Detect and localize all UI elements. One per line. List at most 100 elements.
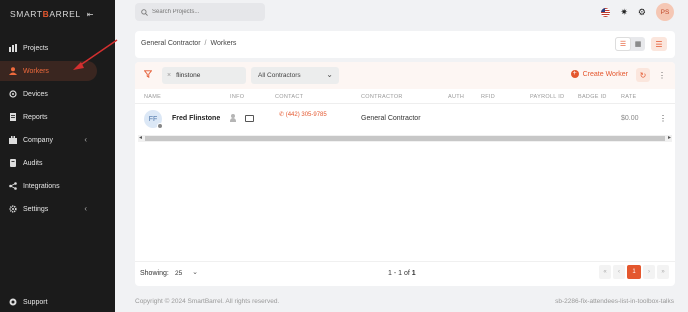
phone-icon: ✆ (279, 112, 285, 118)
sidebar-item-label: Workers (23, 67, 49, 75)
scroll-left-icon[interactable]: ◂ (139, 134, 142, 141)
sidebar-collapse-icon[interactable]: ⇤ (87, 10, 94, 19)
next-page-icon[interactable]: › (643, 265, 655, 279)
view-toggle: ☰ ▦ (615, 37, 645, 51)
chevron-left-icon: ‹ (84, 135, 87, 144)
create-worker-button[interactable]: + Create Worker (570, 70, 628, 78)
sidebar-item-reports[interactable]: Reports (0, 107, 97, 127)
sidebar-item-integrations[interactable]: Integrations (0, 176, 97, 196)
column-header-payroll-id: PAYROLL ID (530, 94, 565, 100)
sidebar-item-label: Audits (23, 159, 43, 167)
range-prefix: 1 - 1 of (388, 270, 410, 277)
grid-view-icon[interactable]: ▦ (631, 37, 645, 51)
phone-number: (442) 305-9785 (285, 112, 327, 118)
brand-logo[interactable]: SMARTBARREL ⇤ (10, 9, 93, 19)
topbar-actions: ✷ ⚙ PS (601, 3, 674, 21)
breadcrumb: General Contractor / Workers (141, 40, 236, 47)
person-icon (9, 67, 17, 75)
sidebar-item-settings[interactable]: Settings ‹ (0, 199, 97, 219)
column-header-contractor[interactable]: CONTRACTOR (361, 94, 403, 100)
us-flag-icon[interactable] (601, 7, 611, 17)
contractor-select-value: All Contractors (258, 72, 301, 79)
table-footer: Showing: 25 ⌄ 1 - 1 of 1 « ‹ 1 › » (135, 261, 675, 286)
search-input[interactable] (152, 9, 262, 15)
column-header-name[interactable]: NAME (144, 94, 161, 100)
sidebar-item-audits[interactable]: Audits (0, 153, 97, 173)
sidebar-item-company[interactable]: Company ‹ (0, 130, 97, 150)
gear-icon[interactable]: ⚙ (638, 7, 646, 18)
devices-icon (9, 90, 17, 98)
contractor-select[interactable]: All Contractors ⌄ (251, 67, 339, 84)
prev-page-icon[interactable]: ‹ (613, 265, 625, 279)
horizontal-scrollbar[interactable]: ◂ ▸ (138, 135, 672, 142)
topbar: ✷ ⚙ PS (115, 0, 688, 26)
worker-contractor: General Contractor (361, 115, 421, 122)
breadcrumb-parent[interactable]: General Contractor (141, 40, 201, 47)
person-icon (230, 114, 236, 122)
company-icon (9, 136, 17, 144)
worker-phone[interactable]: ✆ (442) 305-9785 (279, 111, 327, 118)
id-card-icon[interactable] (245, 115, 254, 122)
reports-icon (10, 113, 16, 121)
showing-label: Showing: (140, 270, 169, 277)
name-filter: × (162, 67, 246, 84)
more-vertical-icon[interactable]: ⋮ (657, 68, 667, 82)
status-dot (157, 123, 163, 129)
worker-rate: $0.00 (621, 115, 639, 122)
column-header-badge-id: BADGE ID (578, 94, 607, 100)
projects-icon (9, 44, 17, 52)
search-icon (141, 8, 148, 16)
create-worker-label: Create Worker (582, 70, 628, 78)
row-more-icon[interactable]: ⋮ (659, 114, 667, 123)
avatar[interactable]: PS (656, 3, 674, 21)
scroll-right-icon[interactable]: ▸ (668, 134, 671, 141)
chevron-down-icon: ⌄ (192, 269, 198, 276)
column-header-auth: AUTH (448, 94, 465, 100)
gear-icon (9, 205, 17, 213)
filter-bar: × All Contractors ⌄ + Create Worker ↻ ⋮ (135, 62, 675, 89)
page-button-current[interactable]: 1 (627, 265, 641, 279)
column-header-rate: RATE (621, 94, 637, 100)
breadcrumb-current: Workers (210, 40, 237, 47)
breadcrumb-card: General Contractor / Workers ☰ ▦ ☰ (135, 31, 675, 58)
first-page-icon[interactable]: « (599, 265, 611, 279)
clear-filter-icon[interactable]: × (167, 72, 171, 79)
refresh-icon[interactable]: ↻ (636, 68, 650, 82)
filter-icon[interactable] (144, 70, 152, 78)
sidebar: SMARTBARREL ⇤ Projects Workers Devices R… (0, 0, 115, 312)
range-total: 1 (411, 270, 416, 277)
sidebar-item-workers[interactable]: Workers (0, 61, 97, 81)
sidebar-item-label: Integrations (23, 182, 60, 190)
sidebar-item-projects[interactable]: Projects (0, 38, 97, 58)
sidebar-item-devices[interactable]: Devices (0, 84, 97, 104)
menu-icon[interactable]: ☰ (651, 37, 667, 51)
workers-card: × All Contractors ⌄ + Create Worker ↻ ⋮ … (135, 62, 675, 286)
theme-toggle-icon[interactable]: ✷ (620, 7, 628, 18)
column-header-info: INFO (230, 94, 245, 100)
search-box[interactable] (135, 3, 265, 21)
list-view-icon[interactable]: ☰ (615, 37, 631, 51)
chevron-left-icon: ‹ (84, 204, 87, 213)
per-page-value: 25 (175, 269, 183, 277)
worker-initials: FF (148, 115, 158, 123)
name-filter-input[interactable] (176, 72, 237, 79)
breadcrumb-separator: / (204, 40, 207, 47)
chevron-down-icon: ⌄ (326, 70, 333, 79)
support-icon (9, 298, 17, 306)
sidebar-item-support[interactable]: Support (0, 292, 97, 312)
plus-icon: + (570, 70, 579, 78)
scrollbar-thumb[interactable] (145, 136, 665, 141)
sidebar-item-label: Reports (23, 113, 48, 121)
worker-name[interactable]: Fred Flinstone (172, 115, 220, 122)
sidebar-item-label: Projects (23, 44, 49, 52)
sidebar-item-label: Devices (23, 90, 48, 98)
integrations-icon (9, 182, 17, 190)
table-header: NAME INFO CONTACT CONTRACTOR AUTH RFID P… (135, 92, 675, 104)
last-page-icon[interactable]: » (657, 265, 669, 279)
brand-text: SMARTBARREL (10, 9, 81, 19)
per-page-select[interactable]: 25 ⌄ (171, 265, 201, 281)
table-row[interactable]: FF Fred Flinstone ✆ (442) 305-9785 Gener… (135, 105, 675, 133)
branch-name: sb-2286-fix-attendees-list-in-toolbox-ta… (555, 298, 674, 305)
pagination: « ‹ 1 › » (599, 265, 669, 279)
pagination-range: 1 - 1 of 1 (388, 270, 416, 277)
